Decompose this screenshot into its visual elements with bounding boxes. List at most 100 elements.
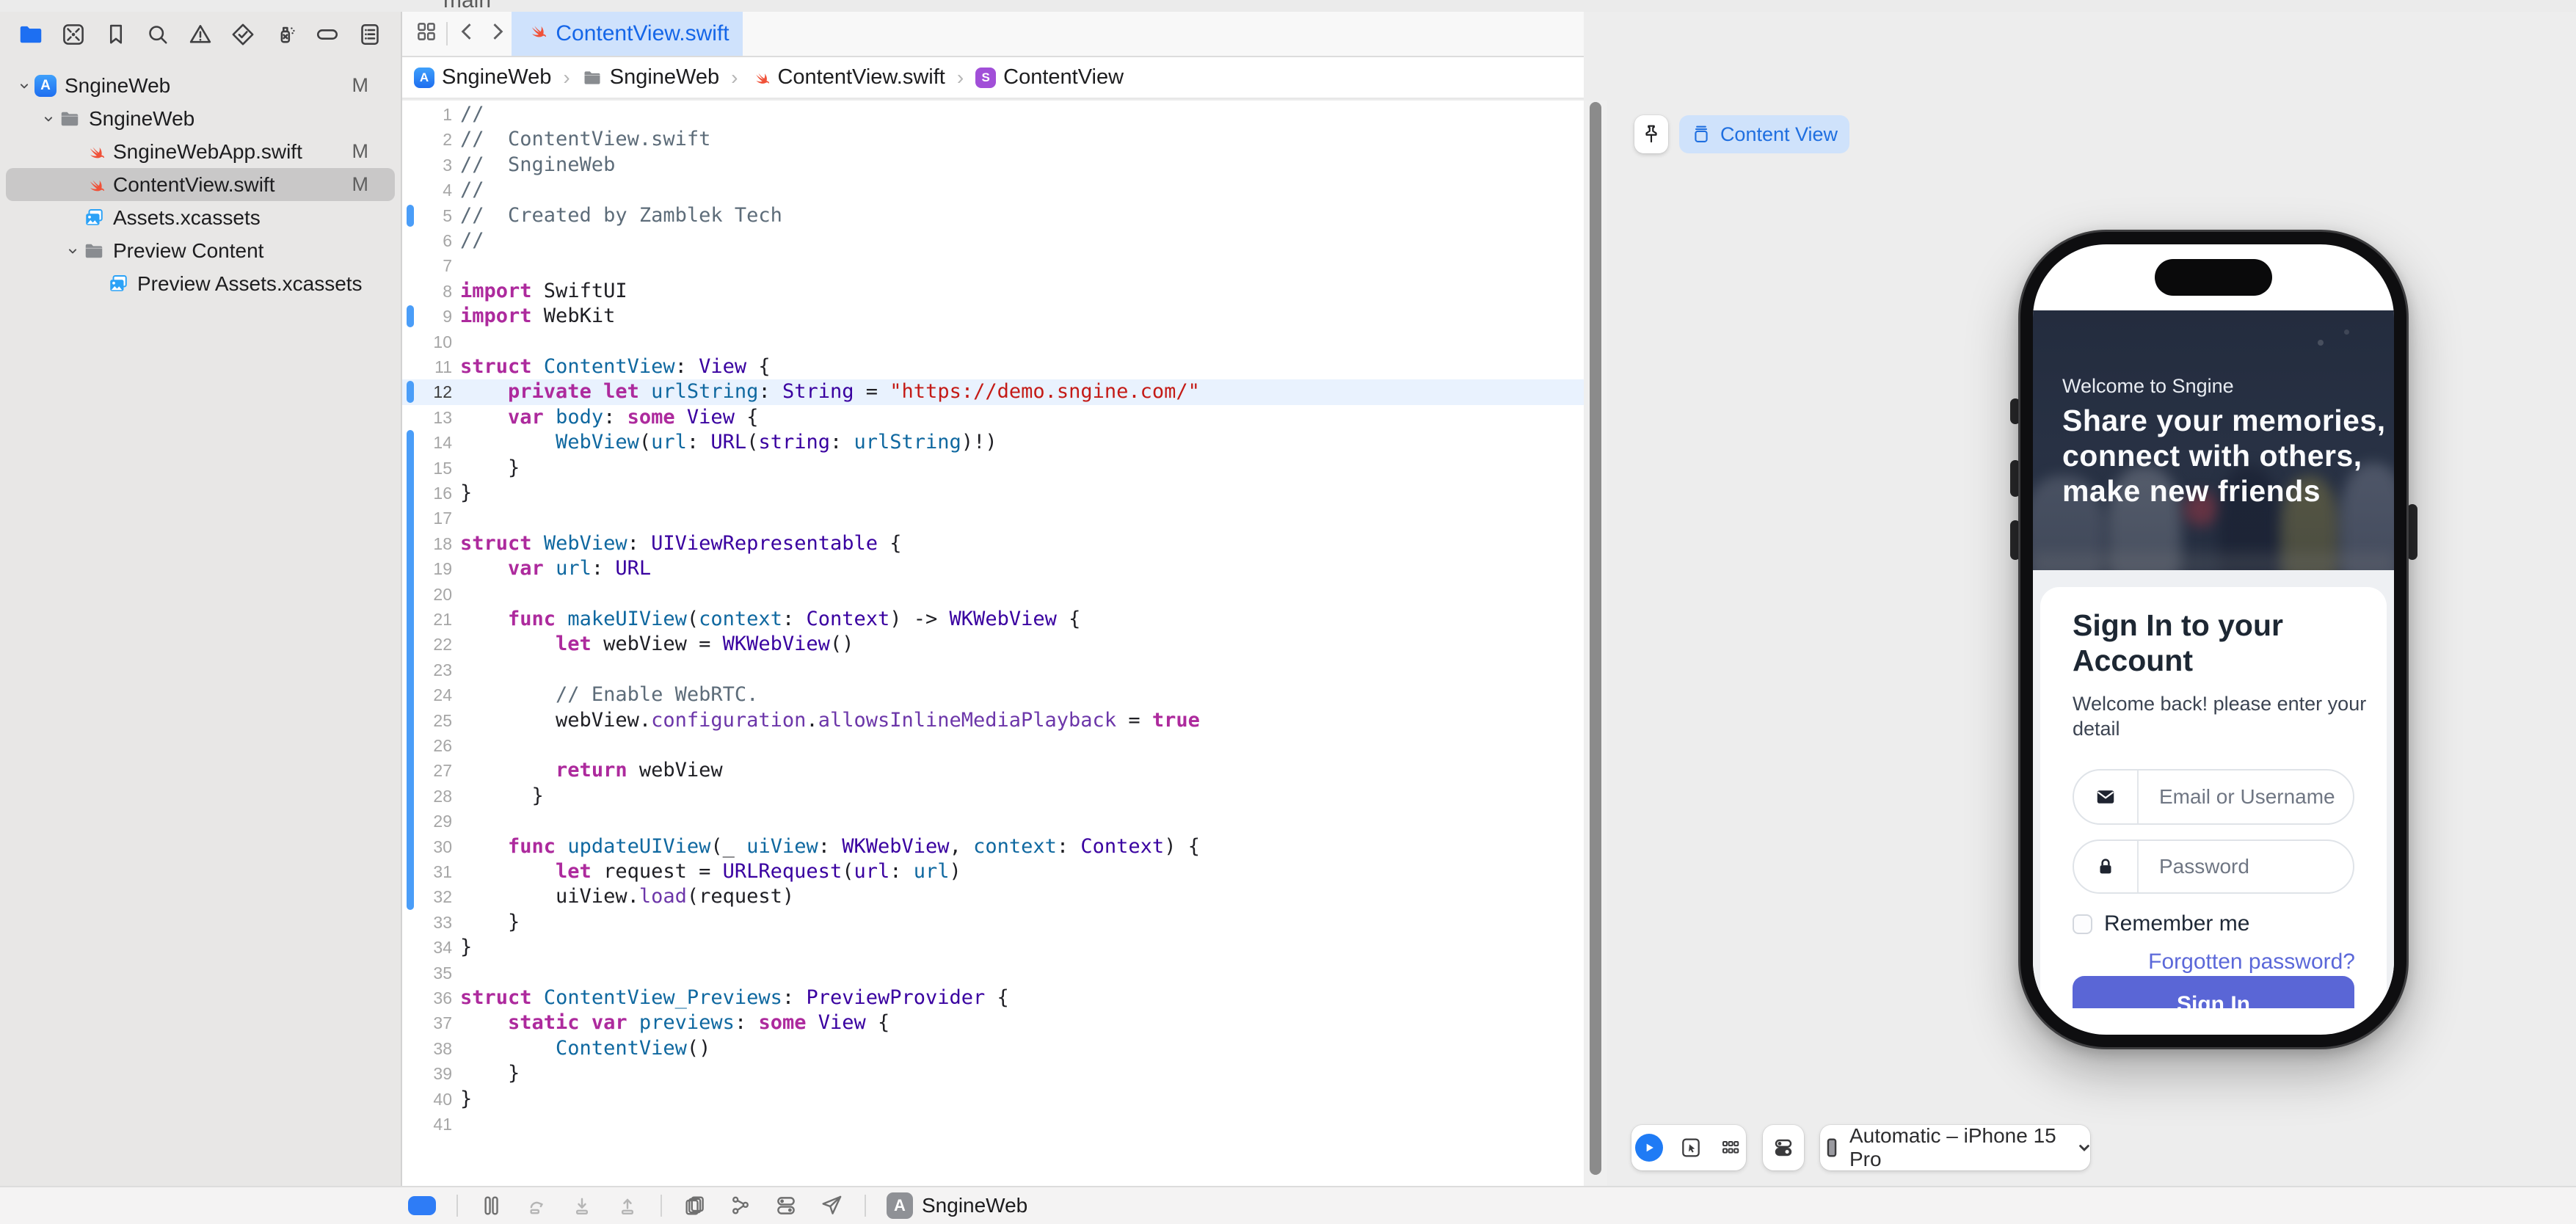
app-icon: A (887, 1192, 913, 1219)
breadcrumb-contentview[interactable]: S ContentView (975, 65, 1124, 90)
disclosure-chevron-icon[interactable] (39, 112, 58, 126)
code-line-9[interactable]: import WebKit (460, 304, 615, 329)
remember-me-checkbox[interactable] (2073, 914, 2092, 934)
signin-subtitle: Welcome back! please enter your detail (2073, 693, 2367, 740)
divider (456, 1195, 458, 1217)
code-line-28[interactable]: } (460, 784, 544, 809)
variants-mode-icon[interactable] (1719, 1136, 1742, 1159)
node-graph-icon[interactable] (728, 1193, 753, 1218)
disclosure-chevron-icon[interactable] (15, 79, 34, 93)
code-line-33[interactable]: } (460, 910, 520, 935)
code-line-5[interactable]: // Created by Zamblek Tech (460, 203, 782, 228)
code-line-27[interactable]: return webView (460, 758, 723, 783)
device-picker[interactable]: Automatic – iPhone 15 Pro (1820, 1124, 2090, 1170)
code-line-3[interactable]: // SngineWeb (460, 153, 615, 178)
code-line-25[interactable]: webView.configuration.allowsInlineMediaP… (460, 708, 1200, 733)
breadcrumb-sngineweb[interactable]: SngineWeb (582, 65, 719, 90)
code-line-15[interactable]: } (460, 456, 520, 481)
project-navigator-icon[interactable] (16, 20, 46, 49)
line-number: 34 (433, 938, 452, 958)
code-line-32[interactable]: uiView.load(request) (460, 884, 794, 909)
editor-scrollbar-thumb[interactable] (1590, 102, 1601, 1175)
swift-icon (82, 173, 106, 197)
code-line-1[interactable]: // (460, 102, 484, 127)
related-items-icon[interactable] (414, 19, 443, 48)
code-line-34[interactable]: } (460, 935, 472, 960)
forgotten-password-link[interactable]: Forgotten password? (2148, 950, 2355, 975)
code-line-12[interactable]: private let urlString: String = "https:/… (460, 379, 1200, 404)
down-tray-icon (570, 1193, 594, 1218)
swift-icon (749, 68, 770, 88)
code-line-22[interactable]: let webView = WKWebView() (460, 632, 854, 657)
columns-icon[interactable] (479, 1193, 503, 1218)
forward-icon[interactable] (484, 19, 514, 48)
tags-navigator-icon[interactable] (313, 20, 342, 49)
code-line-16[interactable]: } (460, 481, 472, 506)
swift-icon (82, 140, 106, 164)
pin-preview-button[interactable] (1634, 115, 1668, 153)
line-number: 11 (434, 357, 452, 376)
code-line-39[interactable]: } (460, 1061, 520, 1086)
tests-navigator-icon[interactable] (228, 20, 258, 49)
breadcrumb-contentview-swift[interactable]: ContentView.swift (749, 65, 945, 90)
editor-scrollbar-track (1584, 101, 1607, 1186)
password-field[interactable]: Password (2073, 839, 2354, 894)
toggles-icon[interactable] (774, 1193, 798, 1218)
issues-navigator-icon[interactable] (186, 20, 215, 49)
source-change-bar (407, 381, 414, 404)
running-project-label: SngineWeb (922, 1194, 1028, 1217)
reports-navigator-icon[interactable] (355, 20, 385, 49)
code-line-2[interactable]: // ContentView.swift (460, 127, 710, 152)
live-preview-button[interactable] (1635, 1134, 1663, 1162)
tab-contentview-swift[interactable]: ContentView.swift (512, 12, 743, 56)
nav-arrow-icon[interactable] (819, 1193, 844, 1218)
code-line-13[interactable]: var body: some View { (460, 405, 758, 430)
code-line-8[interactable]: import SwiftUI (460, 279, 627, 304)
code-line-18[interactable]: struct WebView: UIViewRepresentable { (460, 531, 902, 556)
screenshot-navigator-icon[interactable] (59, 20, 88, 49)
code-line-14[interactable]: WebView(url: URL(string: urlString)!) (460, 430, 997, 455)
code-line-6[interactable]: // (460, 228, 484, 253)
code-line-38[interactable]: ContentView() (460, 1036, 710, 1061)
app-chip-icon[interactable]: A SngineWeb (887, 1192, 1027, 1219)
editor-pill-icon[interactable] (408, 1196, 436, 1215)
debug-navigator-icon[interactable] (271, 20, 300, 49)
chevron-down-icon (2073, 1136, 2090, 1159)
email-field[interactable]: Email or Username (2073, 769, 2354, 825)
selectable-mode-icon[interactable] (1679, 1136, 1703, 1159)
code-editor[interactable]: 1 2 3 4 5 6 7 8 9 10 11 12 13 14 15 16 17 18 19 20 21 22 23 24 2… (402, 101, 1584, 1186)
back-icon[interactable] (455, 19, 484, 48)
breadcrumb-label: ContentView.swift (777, 65, 945, 89)
code-line-36[interactable]: struct ContentView_Previews: PreviewProv… (460, 986, 1009, 1010)
tree-item-sngineweb[interactable]: A SngineWeb M (6, 69, 395, 102)
tree-item-snginewebapp-swift[interactable]: SngineWebApp.swift M (6, 135, 395, 168)
disclosure-chevron-icon[interactable] (63, 244, 82, 258)
device-stack-icon (1695, 125, 1708, 142)
breadcrumb-label: ContentView (1003, 65, 1124, 89)
layers-icon[interactable] (683, 1193, 707, 1218)
breadcrumb-label: SngineWeb (442, 65, 552, 89)
code-line-11[interactable]: struct ContentView: View { (460, 354, 771, 379)
code-line-19[interactable]: var url: URL (460, 556, 651, 581)
tree-item-contentview-swift[interactable]: ContentView.swift M (6, 168, 395, 201)
code-line-40[interactable]: } (460, 1087, 472, 1112)
code-line-24[interactable]: // Enable WebRTC. (460, 682, 758, 707)
tree-item-sngineweb[interactable]: SngineWeb (6, 102, 395, 135)
code-line-37[interactable]: static var previews: some View { (460, 1010, 889, 1035)
code-line-30[interactable]: func updateUIView(_ uiView: WKWebView, c… (460, 834, 1200, 859)
tree-item-preview-content[interactable]: Preview Content (6, 234, 395, 267)
code-line-4[interactable]: // (460, 178, 484, 203)
tree-item-assets-xcassets[interactable]: Assets.xcassets (6, 201, 395, 234)
sign-in-button[interactable]: Sign In (2073, 976, 2354, 1008)
preview-tab-content-view[interactable]: Content View (1679, 115, 1849, 153)
file-tree: A SngineWeb M SngineWeb SngineWebApp.swift M C… (0, 69, 401, 300)
tree-item-label: ContentView.swift (113, 172, 275, 196)
preview-tab-label: Content View (1720, 123, 1838, 145)
tree-item-preview-assets-xcassets[interactable]: Preview Assets.xcassets (6, 267, 395, 300)
search-navigator-icon[interactable] (143, 20, 172, 49)
code-line-21[interactable]: func makeUIView(context: Context) -> WKW… (460, 607, 1080, 632)
code-line-31[interactable]: let request = URLRequest(url: url) (460, 859, 961, 884)
device-settings-icon[interactable] (1772, 1136, 1795, 1159)
bookmarks-navigator-icon[interactable] (101, 20, 131, 49)
breadcrumb-sngineweb[interactable]: A SngineWeb (414, 65, 551, 90)
